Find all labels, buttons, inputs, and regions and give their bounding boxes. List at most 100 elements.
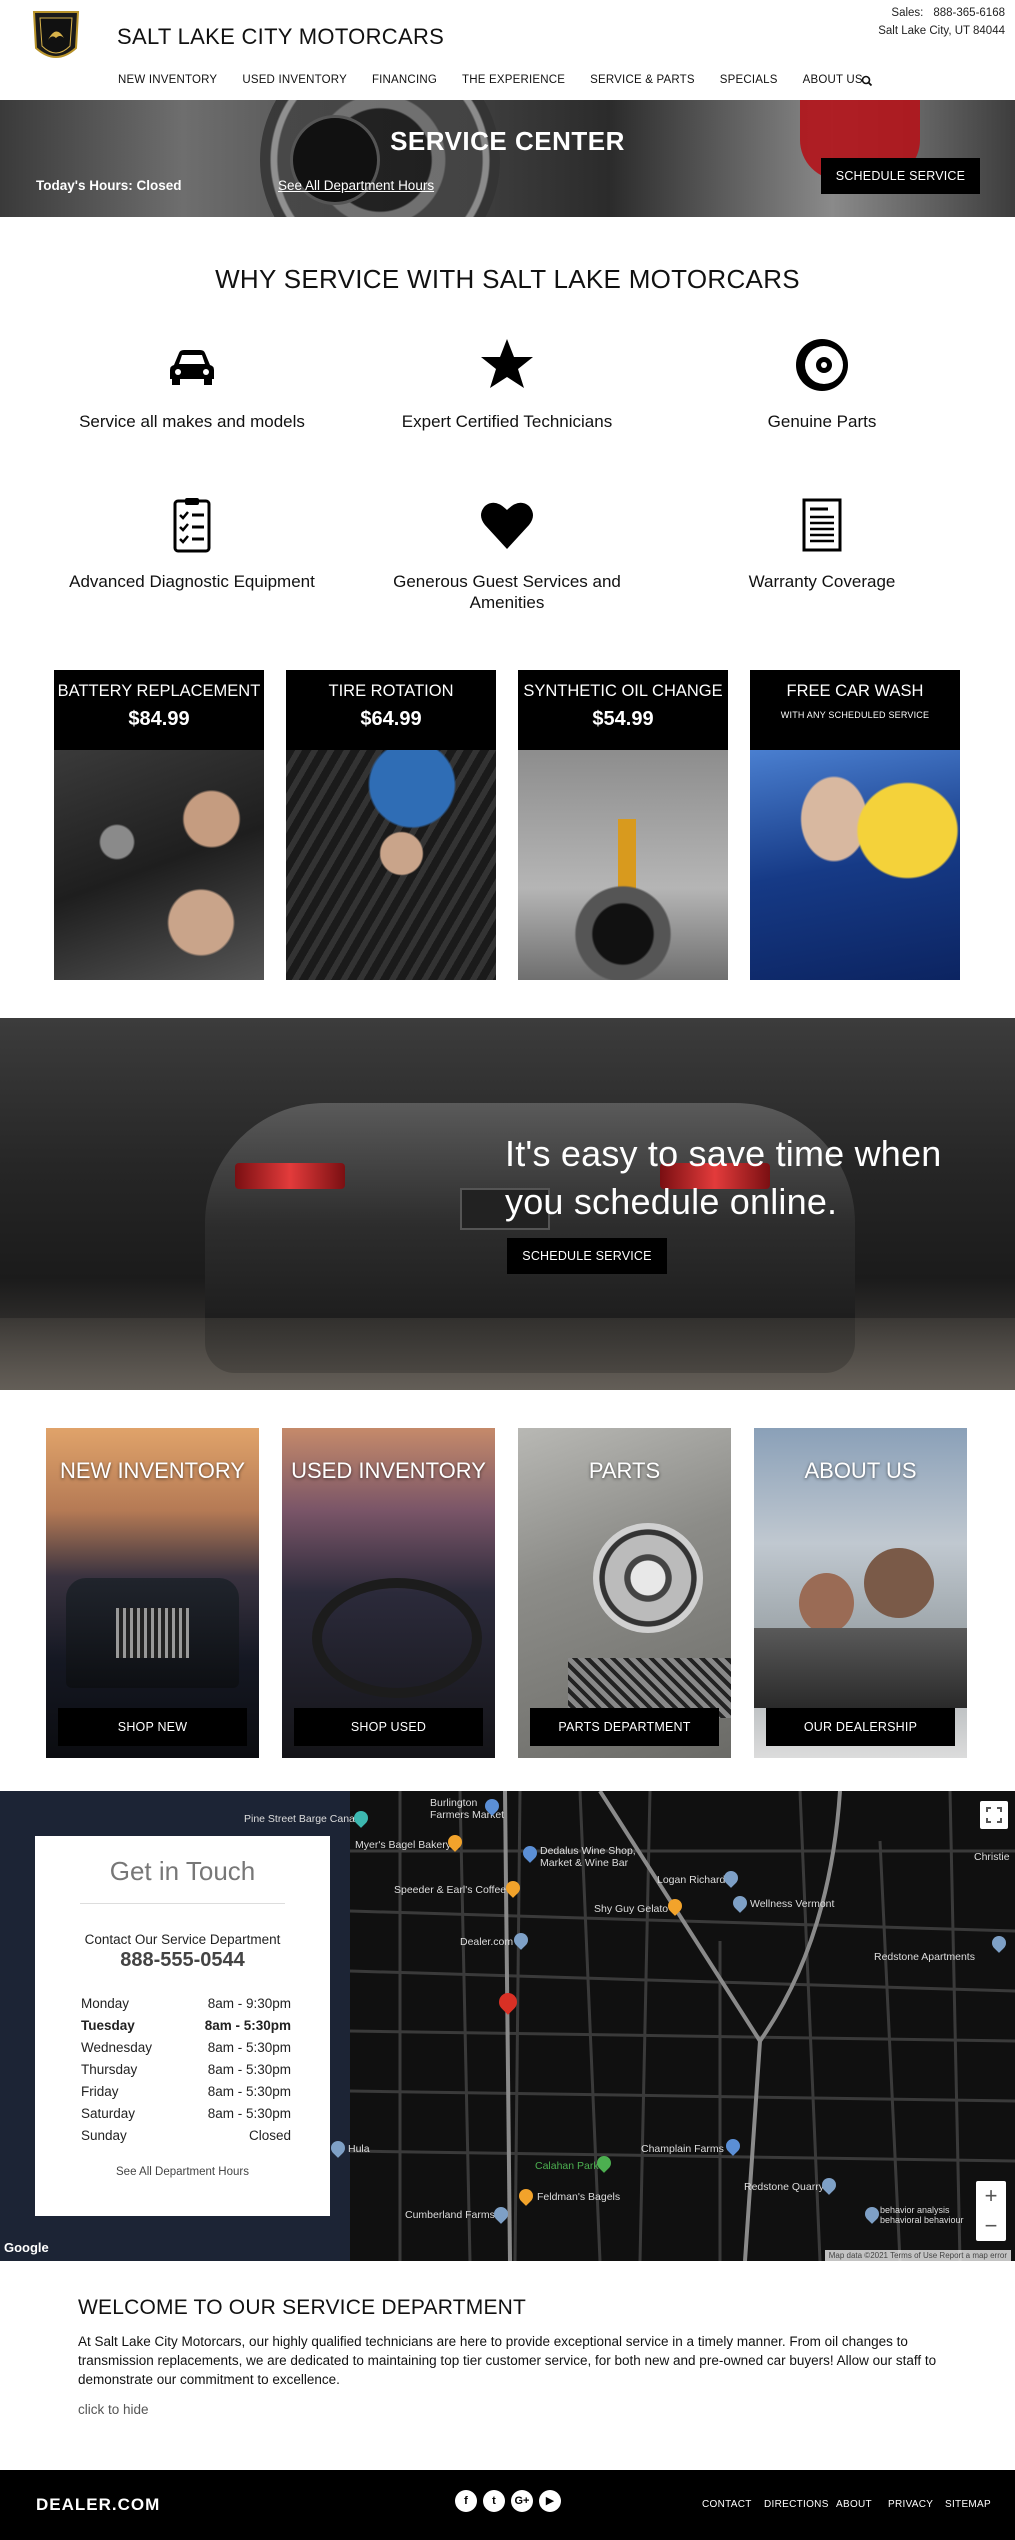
poi-label[interactable]: behavior analysis behavioral behaviour [880,2205,970,2225]
poi-label[interactable]: Wellness Vermont [750,1898,834,1910]
special-subtitle: WITH ANY SCHEDULED SERVICE [780,710,930,720]
poi-label[interactable]: Dealer.com [460,1936,513,1948]
footer-privacy-link[interactable]: PRIVACY [888,2499,933,2510]
poi-label[interactable]: Calahan Park [535,2160,599,2172]
poi-label[interactable]: Champlain Farms [641,2143,724,2155]
poi-label[interactable]: Logan Richard [657,1874,725,1886]
feature-diagnostic-equipment: Advanced Diagnostic Equipment [42,495,342,592]
special-free-car-wash[interactable]: FREE CAR WASH WITH ANY SCHEDULED SERVICE [750,670,960,980]
poi-label[interactable]: Pine Street Barge Canal [244,1813,357,1825]
map-attribution[interactable]: Map data ©2021 Terms of Use Report a map… [824,2250,1011,2261]
see-all-hours-link[interactable]: See All Department Hours [35,2166,330,2178]
banner-schedule-service-button[interactable]: SCHEDULE SERVICE [507,1238,667,1274]
special-synthetic-oil-change[interactable]: SYNTHETIC OIL CHANGE $54.99 [518,670,728,980]
special-tire-rotation[interactable]: TIRE ROTATION $64.99 [286,670,496,980]
poi-label[interactable]: Cumberland Farms [405,2209,495,2221]
hours-time: 8am - 5:30pm [204,2017,291,2033]
lamborghini-logo[interactable] [30,8,82,68]
garage-floor [0,1318,1015,1390]
dealer-location[interactable]: Salt Lake City, UT 84044 [878,22,1005,40]
fullscreen-icon[interactable] [980,1801,1008,1829]
hours-row: Wednesday 8am - 5:30pm [81,2036,291,2058]
welcome-title: WELCOME TO OUR SERVICE DEPARTMENT [78,2296,527,2319]
our-dealership-button[interactable]: OUR DEALERSHIP [766,1708,955,1746]
nav-used-inventory[interactable]: USED INVENTORY [242,74,347,86]
contact-department-label: Contact Our Service Department [84,1932,281,1947]
footer-about-link[interactable]: ABOUT [836,2499,872,2510]
youtube-icon[interactable]: ▶ [539,2490,561,2512]
hours-day: Tuesday [81,2017,135,2033]
search-icon[interactable] [860,74,874,88]
hours-time: Closed [248,2127,291,2143]
poi-label[interactable]: Hula [348,2143,370,2155]
service-hero: SERVICE CENTER Today's Hours: Closed See… [0,100,1015,217]
hours-time: 8am - 5:30pm [207,2083,291,2099]
poi-label[interactable]: Redstone Apartments [874,1951,975,1963]
card-title: PARTS [588,1458,661,1483]
feature-label: Service all makes and models [79,412,305,431]
zoom-in-button[interactable]: + [976,2181,1006,2211]
feature-guest-services: Generous Guest Services and Amenities [357,495,657,613]
hours-day: Sunday [81,2127,127,2143]
document-icon [802,498,842,552]
hours-day: Thursday [81,2061,138,2077]
nav-specials[interactable]: SPECIALS [720,74,778,86]
shop-used-button[interactable]: SHOP USED [294,1708,483,1746]
car-grille [116,1608,189,1658]
service-phone[interactable]: 888-555-0544 [35,1949,330,1972]
schedule-service-button[interactable]: SCHEDULE SERVICE [821,158,980,194]
card-used-inventory[interactable]: USED INVENTORY SHOP USED [282,1428,495,1758]
feature-label: Generous Guest Services and Amenities [393,572,621,612]
poi-label[interactable]: Myer's Bagel Bakery [355,1839,451,1851]
oil-photo [518,750,728,980]
dealer-com-logo[interactable]: DEALER.COM [36,2495,160,2515]
brake-disc-icon [796,339,848,391]
facebook-icon[interactable]: f [455,2490,477,2512]
poi-label[interactable]: Speeder & Earl's Coffee [394,1884,506,1896]
poi-label[interactable]: Dedalus Wine Shop, Market & Wine Bar [540,1845,650,1869]
sales-phone[interactable]: 888-365-6168 [933,7,1005,19]
nav-about-us[interactable]: ABOUT US [803,74,863,86]
convertible-image [754,1628,967,1708]
google-plus-icon[interactable]: G+ [511,2490,533,2512]
shop-new-button[interactable]: SHOP NEW [58,1708,247,1746]
star-icon [481,339,533,388]
hours-row-current: Tuesday 8am - 5:30pm [81,2014,291,2036]
main-nav: NEW INVENTORY USED INVENTORY FINANCING T… [118,74,888,86]
welcome-body: At Salt Lake City Motorcars, our highly … [78,2334,937,2387]
site-footer: DEALER.COM f t G+ ▶ CONTACT DIRECTIONS A… [0,2470,1015,2540]
poi-label[interactable]: Feldman's Bagels [537,2191,620,2203]
poi-label[interactable]: Shy Guy Gelato [594,1903,668,1915]
hours-row: Thursday 8am - 5:30pm [81,2058,291,2080]
steering-wheel-image [312,1578,482,1698]
poi-label[interactable]: Christie [974,1851,1010,1863]
twitter-icon[interactable]: t [483,2490,505,2512]
dealer-name[interactable]: SALT LAKE CITY MOTORCARS [117,24,444,50]
todays-hours: Today's Hours: Closed [36,178,182,193]
card-parts[interactable]: PARTS PARTS DEPARTMENT [518,1428,731,1758]
special-battery-replacement[interactable]: BATTERY REPLACEMENT $84.99 [54,670,264,980]
see-department-hours-link[interactable]: See All Department Hours [278,178,434,193]
poi-label[interactable]: Redstone Quarry [744,2181,824,2193]
parts-department-button[interactable]: PARTS DEPARTMENT [530,1708,719,1746]
zoom-out-button[interactable]: − [976,2211,1006,2241]
card-about-us[interactable]: ABOUT US OUR DEALERSHIP [754,1428,967,1758]
footer-sitemap-link[interactable]: SITEMAP [945,2499,991,2510]
nav-new-inventory[interactable]: NEW INVENTORY [118,74,217,86]
card-new-inventory[interactable]: NEW INVENTORY SHOP NEW [46,1428,259,1758]
footer-directions-link[interactable]: DIRECTIONS [764,2499,829,2510]
nav-service-parts[interactable]: SERVICE & PARTS [590,74,695,86]
click-to-hide-link[interactable]: click to hide [78,2402,149,2417]
footer-contact-link[interactable]: CONTACT [702,2499,752,2510]
header-contact: Sales: 888-365-6168 Salt Lake City, UT 84… [878,4,1005,40]
contact-title: Get in Touch [109,1856,256,1886]
hours-row: Saturday 8am - 5:30pm [81,2102,291,2124]
driver-image [864,1548,934,1618]
feature-warranty: Warranty Coverage [672,495,972,592]
nav-the-experience[interactable]: THE EXPERIENCE [462,74,565,86]
banner-headline: It's easy to save time when you schedule… [505,1133,942,1222]
feature-label: Genuine Parts [767,412,877,431]
nav-financing[interactable]: FINANCING [372,74,437,86]
hours-time: 8am - 5:30pm [207,2105,291,2121]
battery-photo [54,750,264,980]
